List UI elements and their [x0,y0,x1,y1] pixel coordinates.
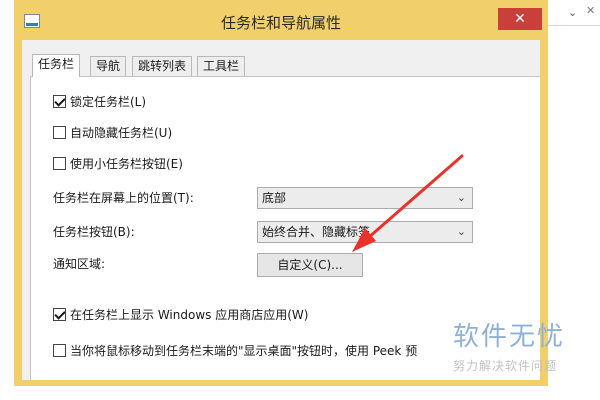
tab-toolbars[interactable]: 工具栏 [197,56,246,76]
tab-taskbar[interactable]: 任务栏 [32,54,81,77]
store-apps-option[interactable]: 在任务栏上显示 Windows 应用商店应用(W) [53,305,308,323]
store-apps-label: 在任务栏上显示 Windows 应用商店应用(W) [70,307,309,322]
taskbar-buttons-label: 任务栏按钮(B): [53,225,135,239]
tab-navigation[interactable]: 导航 [90,56,127,76]
chevron-down-icon: ⌄ [456,225,466,238]
taskbar-position-value: 底部 [262,191,287,205]
lock-taskbar-option[interactable]: 锁定任务栏(L) [53,92,146,110]
taskbar-buttons-value: 始终合并、隐藏标签 [262,225,371,239]
watermark-title: 软件无忧 [453,322,566,352]
tab-jumplists[interactable]: 跳转列表 [132,56,193,76]
small-buttons-option[interactable]: 使用小任务栏按钮(E) [53,154,183,172]
taskbar-position-label: 任务栏在屏幕上的位置(T): [53,191,194,205]
chevron-down-icon: ⌄ [456,191,466,204]
small-buttons-label: 使用小任务栏按钮(E) [70,156,183,171]
background-divider [548,25,600,26]
title-bar[interactable]: 任务栏和导航属性 ✕ [14,0,548,40]
close-icon[interactable]: ✕ [586,4,595,17]
autohide-label: 自动隐藏任务栏(U) [70,125,173,140]
small-buttons-checkbox[interactable] [53,156,66,170]
watermark: 软件无忧 努力解决软件问题 [453,316,600,374]
lock-taskbar-label: 锁定任务栏(L) [70,94,147,109]
watermark-subtitle: 努力解决软件问题 [453,359,558,373]
chevron-down-icon[interactable]: ⌄ [568,6,577,19]
store-apps-checkbox[interactable] [53,307,66,321]
lock-taskbar-checkbox[interactable] [53,94,66,108]
taskbar-buttons-select[interactable]: 始终合并、隐藏标签 ⌄ [257,221,473,243]
peek-option[interactable]: 当你将鼠标移动到任务栏末端的"显示桌面"按钮时，使用 Peek 预 [53,341,417,359]
peek-label: 当你将鼠标移动到任务栏末端的"显示桌面"按钮时，使用 Peek 预 [70,343,418,358]
notification-area-label: 通知区域: [53,257,106,271]
customize-button[interactable]: 自定义(C)... [257,253,363,277]
peek-checkbox[interactable] [53,343,66,357]
window-title: 任务栏和导航属性 [220,14,341,32]
autohide-checkbox[interactable] [53,125,66,139]
close-button[interactable]: ✕ [498,8,542,30]
taskbar-position-select[interactable]: 底部 ⌄ [257,187,473,209]
autohide-option[interactable]: 自动隐藏任务栏(U) [53,123,172,141]
